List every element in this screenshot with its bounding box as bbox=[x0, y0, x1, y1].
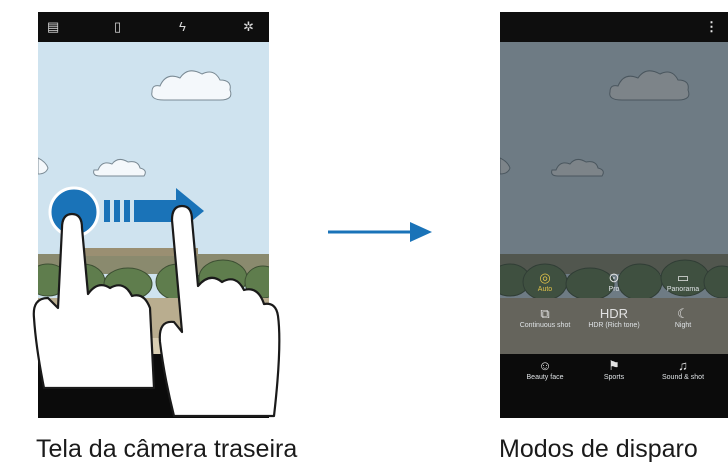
hdr-icon: HDR bbox=[599, 306, 629, 321]
mode-sound-shot[interactable]: ♫ Sound & shot bbox=[652, 358, 714, 382]
sound-shot-icon: ♫ bbox=[678, 358, 688, 373]
caption-rear-camera: Tela da câmera traseira bbox=[36, 435, 298, 463]
sports-icon: ⚑ bbox=[608, 358, 620, 373]
mode-continuous-shot[interactable]: ⧉ Continuous shot bbox=[514, 306, 576, 330]
hand-illustration bbox=[32, 204, 281, 418]
modes-viewfinder: ◎ Auto ⊙ Pro ▭ Panorama ⧉ Continuous sho… bbox=[500, 42, 728, 354]
caption-shooting-modes: Modos de disparo bbox=[499, 435, 698, 463]
mode-panorama[interactable]: ▭ Panorama bbox=[652, 270, 714, 294]
continuous-shot-icon: ⧉ bbox=[540, 306, 550, 321]
mode-sports[interactable]: ⚑ Sports bbox=[583, 358, 645, 382]
mode-hdr[interactable]: HDR HDR (Rich tone) bbox=[583, 306, 645, 330]
panorama-icon: ▭ bbox=[676, 270, 690, 285]
mode-night[interactable]: ☾ Night bbox=[652, 306, 714, 330]
modes-bottom-bar: ☺ Beauty face ⚑ Sports ♫ Sound & shot bbox=[500, 354, 728, 418]
modes-toolbar: ⋮ bbox=[500, 12, 728, 42]
mode-beauty-face[interactable]: ☺ Beauty face bbox=[514, 358, 576, 382]
beauty-face-icon: ☺ bbox=[538, 358, 552, 373]
shooting-modes-screen: ⋮ ◎ Auto ⊙ Pro ▭ Panorama ⧉ Continuous s… bbox=[500, 12, 728, 418]
mode-auto[interactable]: ◎ Auto bbox=[514, 270, 576, 294]
mode-pro[interactable]: ⊙ Pro bbox=[583, 270, 645, 294]
transition-arrow bbox=[328, 222, 432, 242]
more-options-icon[interactable]: ⋮ bbox=[705, 19, 718, 35]
pro-mode-icon: ⊙ bbox=[608, 270, 620, 285]
auto-mode-icon: ◎ bbox=[539, 270, 551, 285]
night-icon: ☾ bbox=[677, 306, 689, 321]
